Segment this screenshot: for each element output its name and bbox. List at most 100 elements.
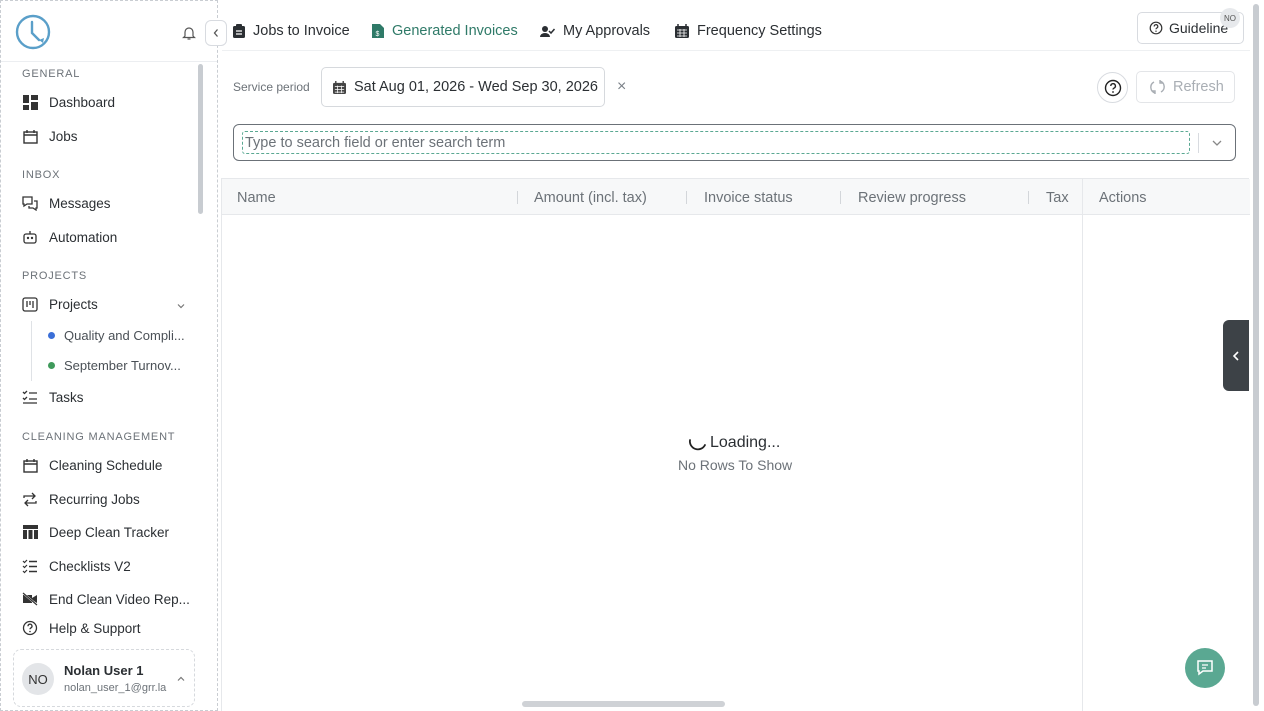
sidebar-item-label: Help & Support <box>49 620 141 636</box>
sidebar-item-label: Automation <box>49 229 118 245</box>
sidebar-subitem-quality[interactable]: Quality and Compli... <box>48 328 185 343</box>
sidebar: GENERAL Dashboard Jobs INBOX Messages Au… <box>0 0 218 711</box>
calendar-icon <box>21 127 39 145</box>
tab-generated-invoices[interactable]: $ Generated Invoices <box>372 20 518 42</box>
section-projects: PROJECTS <box>22 270 88 282</box>
invoices-grid: Name Amount (incl. tax) Invoice status R… <box>221 178 1250 711</box>
column-header-status[interactable]: Invoice status <box>704 190 793 206</box>
sidebar-item-projects[interactable]: Projects <box>21 293 98 315</box>
tasks-icon <box>21 388 39 406</box>
page-scrollbar[interactable] <box>1253 4 1259 706</box>
sidebar-item-label: Recurring Jobs <box>49 491 140 507</box>
sidebar-item-label: Messages <box>49 195 111 211</box>
side-panel-toggle[interactable] <box>1223 320 1249 391</box>
chat-icon <box>1197 660 1213 676</box>
user-name: Nolan User 1 <box>64 663 144 678</box>
sidebar-item-automation[interactable]: Automation <box>21 226 117 248</box>
chevron-left-icon <box>213 29 218 37</box>
spinner-icon <box>689 439 706 451</box>
sidebar-item-checklists[interactable]: Checklists V2 <box>21 555 131 577</box>
sidebar-item-deep-clean-tracker[interactable]: Deep Clean Tracker <box>21 521 169 543</box>
column-resize-handle[interactable] <box>1028 191 1029 204</box>
header-divider <box>222 50 1250 51</box>
calendar-grid-icon <box>333 80 346 94</box>
chevron-left-icon <box>1232 350 1239 361</box>
search-input[interactable] <box>242 131 1190 154</box>
chevron-up-icon[interactable] <box>176 672 186 687</box>
sidebar-item-label: Deep Clean Tracker <box>49 524 170 540</box>
tab-label: Generated Invoices <box>392 23 518 39</box>
sidebar-item-label: Dashboard <box>49 94 116 110</box>
sidebar-item-cleaning-schedule[interactable]: Cleaning Schedule <box>21 454 162 476</box>
service-period-label: Service period <box>233 80 310 94</box>
bell-icon[interactable] <box>181 25 197 41</box>
tab-frequency-settings[interactable]: Frequency Settings <box>675 20 822 42</box>
guideline-label: Guideline <box>1169 20 1229 36</box>
search-box <box>233 124 1236 161</box>
sidebar-item-label: End Clean Video Rep... <box>49 591 190 607</box>
tab-my-approvals[interactable]: My Approvals <box>540 20 650 42</box>
help-circle-icon <box>1149 21 1163 35</box>
sidebar-item-jobs[interactable]: Jobs <box>21 125 78 147</box>
chevron-down-icon[interactable] <box>176 299 186 314</box>
sidebar-item-help-support[interactable]: Help & Support <box>21 617 141 639</box>
projects-icon <box>21 295 39 313</box>
clipboard-icon <box>233 24 245 38</box>
loading-indicator: Loading... <box>686 432 780 454</box>
sidebar-item-label: Projects <box>49 296 98 312</box>
clear-date-button[interactable]: × <box>617 78 626 96</box>
column-header-name[interactable]: Name <box>237 190 276 206</box>
tree-line <box>31 321 32 381</box>
collapse-sidebar-button[interactable] <box>205 20 227 46</box>
clock-logo-icon[interactable] <box>15 14 51 50</box>
column-resize-handle[interactable] <box>840 191 841 204</box>
svg-text:$: $ <box>376 31 380 38</box>
video-off-icon <box>21 590 39 608</box>
section-cleaning: CLEANING MANAGEMENT <box>22 431 176 443</box>
refresh-button[interactable]: Refresh <box>1136 71 1235 103</box>
project-dot-icon <box>48 332 55 339</box>
sidebar-item-end-clean-video[interactable]: End Clean Video Rep... <box>21 588 190 610</box>
user-email: nolan_user_1@grr.la <box>64 682 167 694</box>
sidebar-item-label: Tasks <box>49 389 84 405</box>
column-resize-handle[interactable] <box>517 191 518 204</box>
tab-label: Jobs to Invoice <box>253 23 350 39</box>
date-range-picker[interactable]: Sat Aug 01, 2026 - Wed Sep 30, 2026 <box>321 67 605 107</box>
dashboard-icon <box>21 93 39 111</box>
user-check-icon <box>540 25 555 38</box>
help-circle-icon <box>21 619 39 637</box>
sidebar-divider <box>1 61 217 62</box>
sidebar-item-recurring-jobs[interactable]: Recurring Jobs <box>21 488 140 510</box>
checklist-icon <box>21 557 39 575</box>
section-general: GENERAL <box>22 68 81 80</box>
sidebar-item-tasks[interactable]: Tasks <box>21 386 84 408</box>
actions-column <box>1082 179 1250 711</box>
section-inbox: INBOX <box>22 169 61 181</box>
chat-button[interactable] <box>1185 648 1225 688</box>
sidebar-item-dashboard[interactable]: Dashboard <box>21 91 115 113</box>
tab-jobs-to-invoice[interactable]: Jobs to Invoice <box>233 20 350 42</box>
sidebar-scrollbar[interactable] <box>198 64 203 214</box>
help-button[interactable] <box>1097 72 1128 103</box>
project-dot-icon <box>48 362 55 369</box>
sidebar-subitem-september[interactable]: September Turnov... <box>48 358 181 373</box>
sidebar-item-label: Jobs <box>49 128 78 144</box>
tab-label: My Approvals <box>563 23 651 39</box>
search-separator <box>1198 133 1199 153</box>
chevron-down-icon[interactable] <box>1210 136 1224 153</box>
avatar: NO <box>22 663 54 695</box>
user-badge: NO <box>1220 8 1240 28</box>
column-header-review[interactable]: Review progress <box>858 190 966 206</box>
messages-icon <box>21 194 39 212</box>
repeat-icon <box>21 490 39 508</box>
refresh-label: Refresh <box>1173 79 1224 95</box>
sidebar-item-messages[interactable]: Messages <box>21 192 111 214</box>
empty-state-text: No Rows To Show <box>678 457 793 473</box>
user-profile[interactable]: NO Nolan User 1 nolan_user_1@grr.la <box>13 649 195 707</box>
column-resize-handle[interactable] <box>686 191 687 204</box>
column-header-amount[interactable]: Amount (incl. tax) <box>534 190 647 206</box>
horizontal-scrollbar[interactable] <box>522 701 725 707</box>
sidebar-item-label: Checklists V2 <box>49 558 131 574</box>
subitem-label: September Turnov... <box>64 358 181 373</box>
column-header-tax[interactable]: Tax <box>1046 190 1069 206</box>
